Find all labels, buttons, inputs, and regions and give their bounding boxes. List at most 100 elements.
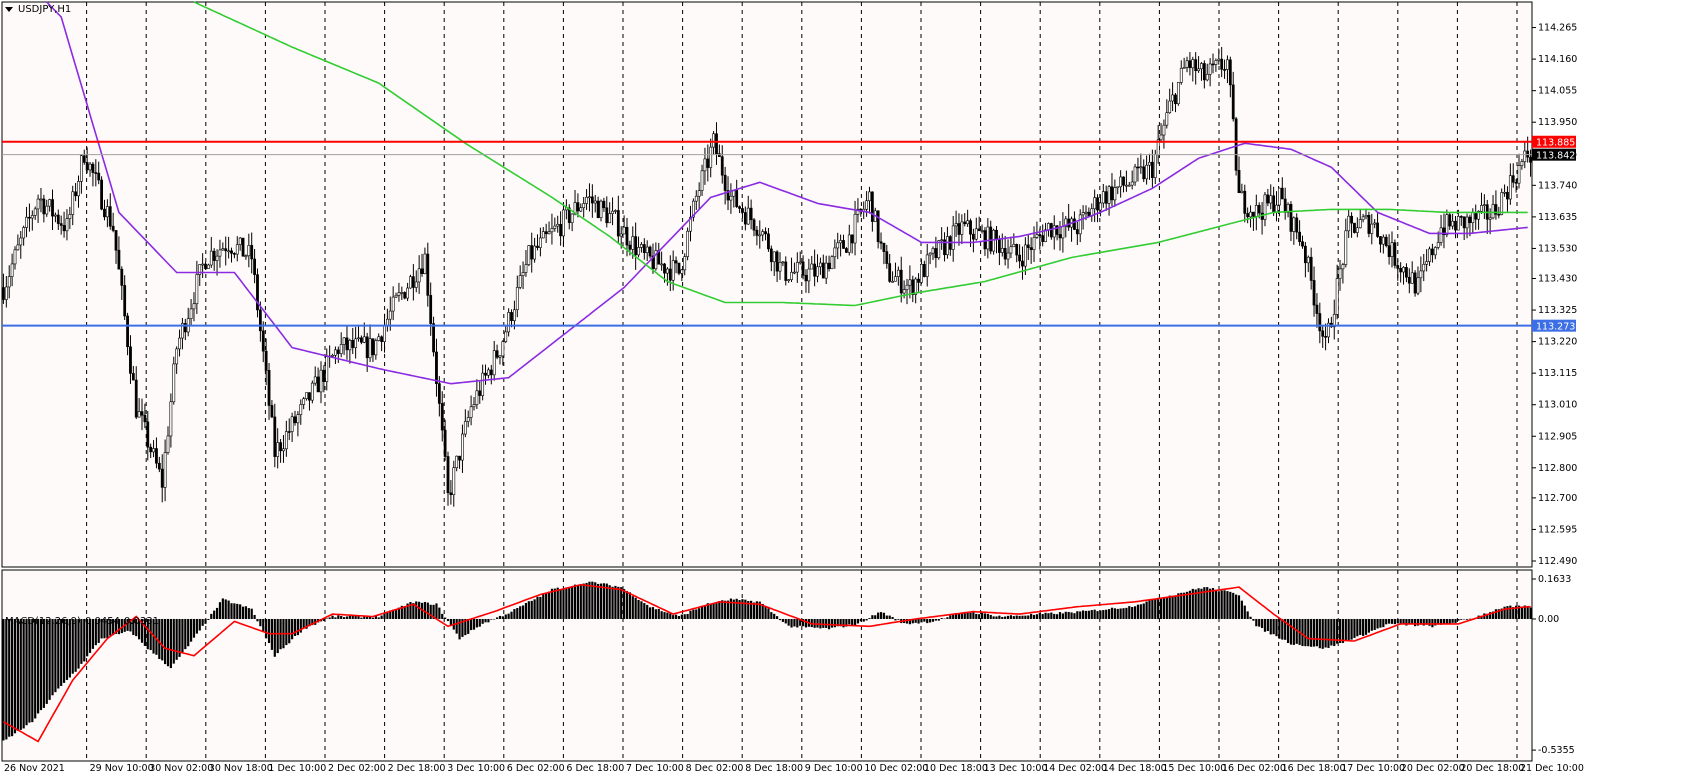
candle-body <box>694 195 698 202</box>
macd-bar <box>1494 609 1498 619</box>
candle-body <box>195 274 199 305</box>
candle-body <box>360 337 363 343</box>
candle-body <box>677 262 681 274</box>
macd-bar <box>244 606 248 619</box>
macd-bar <box>582 583 585 619</box>
chart-window[interactable]: 26 Nov 2021 29 Nov 10:00 30 Nov 02:00 30 No… <box>0 0 1683 781</box>
candle-body <box>810 263 814 270</box>
time-label: 15 Dec 10:00 <box>1162 763 1226 774</box>
macd-bar <box>605 583 608 619</box>
macd-bar <box>490 618 493 620</box>
macd-bar <box>726 600 730 619</box>
candle-body <box>397 292 401 296</box>
candle-body <box>1202 63 1206 81</box>
macd-pane[interactable] <box>1 569 1533 762</box>
macd-bar <box>498 615 502 619</box>
candle-body <box>911 279 915 295</box>
macd-bar <box>224 599 227 619</box>
candle-body <box>478 390 482 396</box>
price-tick-label: 113.430 <box>1538 273 1577 284</box>
candle-body <box>997 238 1001 253</box>
candle-body <box>995 229 998 240</box>
candle-body <box>1413 272 1417 294</box>
candle-body <box>1087 211 1091 217</box>
macd-bar <box>533 599 536 619</box>
candle <box>310 380 314 404</box>
macd-bar <box>822 618 825 628</box>
macd-bar <box>383 613 386 619</box>
candle-body <box>1474 212 1478 220</box>
macd-bar <box>1312 618 1316 647</box>
candle-body <box>1220 58 1224 70</box>
candle-body <box>1093 197 1097 210</box>
candle-body <box>1171 94 1174 102</box>
candle-body <box>556 223 560 227</box>
macd-bar <box>868 618 871 619</box>
macd-bar <box>380 615 383 619</box>
macd-bar <box>877 612 880 619</box>
macd-bar <box>1157 599 1160 619</box>
macd-bar <box>571 587 574 619</box>
macd-bar <box>1012 616 1015 619</box>
macd-bar <box>276 618 279 654</box>
macd-bar <box>588 581 591 619</box>
macd-bar <box>646 604 649 619</box>
candle-body <box>1032 237 1036 251</box>
macd-bar <box>1018 615 1021 619</box>
macd-bar <box>1255 618 1258 627</box>
candle-body <box>1324 336 1327 338</box>
macd-bar <box>1220 590 1223 619</box>
candle-body <box>192 303 196 310</box>
candle-body <box>1174 94 1177 105</box>
candle-body <box>1514 182 1518 184</box>
candle-body <box>212 250 216 261</box>
macd-bar <box>989 614 992 619</box>
candle-body <box>279 442 282 452</box>
candle-body <box>290 416 294 432</box>
candle-body <box>409 276 412 289</box>
candle-body <box>224 248 228 252</box>
candle-body <box>19 237 23 246</box>
candle-body <box>611 210 614 214</box>
macd-bar <box>1379 618 1382 628</box>
candle-body <box>1376 222 1379 237</box>
candle-body <box>1431 248 1434 256</box>
candle-body <box>625 226 629 246</box>
candle-body <box>1052 225 1056 238</box>
macd-bar <box>16 618 19 731</box>
candle-body <box>1096 197 1099 211</box>
time-label: 2 Dec 18:00 <box>388 763 446 774</box>
candle-body <box>316 376 320 393</box>
candle-body <box>94 172 98 174</box>
candle-body <box>1292 217 1296 232</box>
macd-bar <box>1122 608 1125 619</box>
candle-body <box>169 401 173 437</box>
macd-bar <box>48 618 51 700</box>
macd-bar <box>1304 618 1307 647</box>
price-chart[interactable]: 26 Nov 2021 29 Nov 10:0030 Nov 02:0030 No… <box>0 0 1683 781</box>
candle-body <box>406 287 409 299</box>
macd-bar <box>215 607 219 619</box>
macd-bar <box>1096 611 1099 619</box>
candle-body <box>296 414 300 424</box>
macd-bar <box>1269 618 1272 635</box>
candle-body <box>804 274 808 282</box>
candle-body <box>772 251 776 263</box>
macd-bar <box>192 618 196 638</box>
macd-bar <box>1004 616 1007 619</box>
macd-bar <box>940 618 943 619</box>
macd-bar <box>198 618 201 631</box>
candle-body <box>1283 198 1287 213</box>
macd-bar <box>1024 615 1027 619</box>
price-tick-label: 113.950 <box>1538 117 1577 128</box>
candle-body <box>931 248 935 254</box>
macd-bar <box>1393 618 1396 625</box>
price-pane[interactable] <box>1 1 1533 568</box>
symbol-dropdown-icon[interactable] <box>5 7 13 12</box>
candle-body <box>1182 67 1186 69</box>
macd-bar <box>943 618 946 620</box>
macd-bar <box>547 591 551 619</box>
macd-bar <box>1249 616 1252 619</box>
candle-body <box>1012 244 1016 248</box>
candle-body <box>30 215 34 219</box>
